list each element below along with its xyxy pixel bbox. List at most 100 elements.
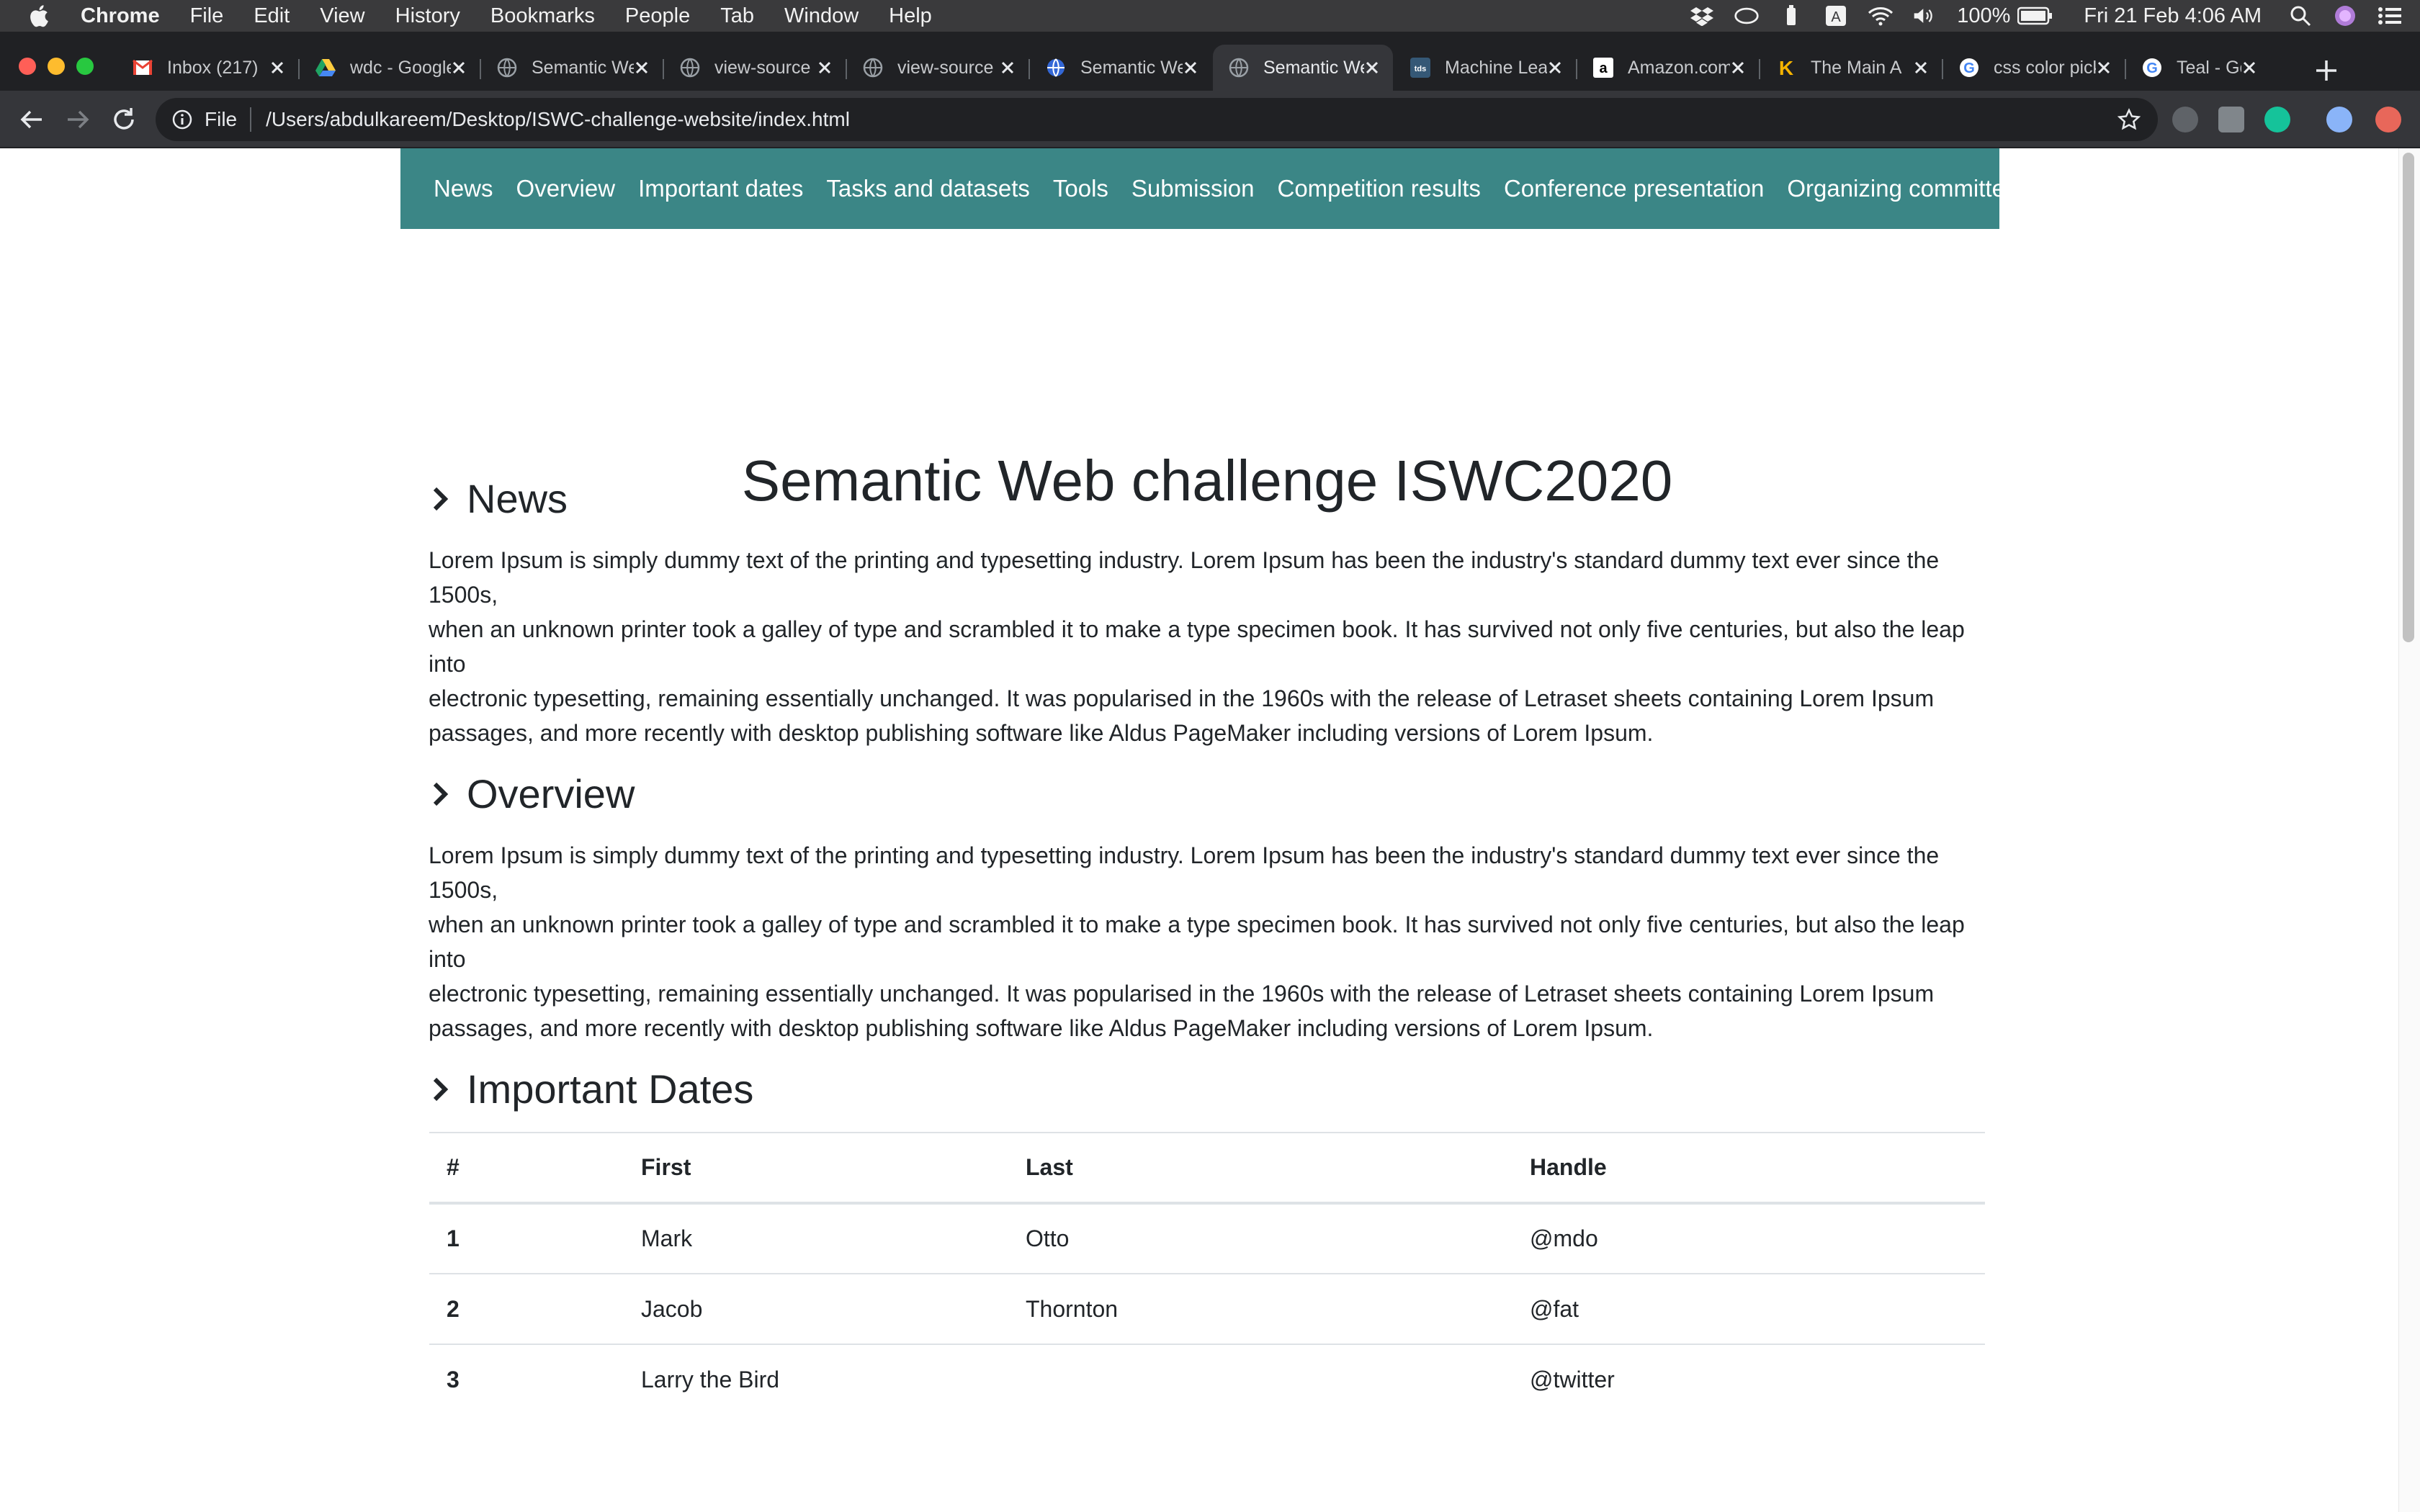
menu-bar-clock[interactable]: Fri 21 Feb 4:06 AM (2084, 4, 2262, 28)
important-dates-heading-text: Important Dates (467, 1066, 754, 1112)
tab-semantic-web-active[interactable]: Semantic Web (1213, 45, 1393, 91)
menu-edit[interactable]: Edit (254, 4, 290, 28)
tab-close-icon[interactable] (634, 60, 650, 76)
tab-close-icon[interactable] (2096, 60, 2112, 76)
menu-app-chrome[interactable]: Chrome (81, 4, 160, 28)
reload-icon[interactable] (109, 105, 138, 134)
tab-teal-google[interactable]: G Teal - Google (2126, 45, 2270, 91)
google-drive-icon (315, 58, 336, 78)
menu-help[interactable]: Help (889, 4, 932, 28)
tab-close-icon[interactable] (1730, 60, 1746, 76)
window-minimize-button[interactable] (48, 58, 65, 75)
tab-semantic-web-2[interactable]: Semantic Web (1030, 45, 1211, 91)
browser-toolbar: File /Users/abdulkareem/Desktop/ISWC-cha… (0, 91, 2420, 148)
news-line: Lorem Ipsum is simply dummy text of the … (429, 547, 1940, 608)
new-tab-plus-icon[interactable] (2312, 56, 2341, 85)
window-close-button[interactable] (19, 58, 36, 75)
cloud-icon[interactable] (1734, 5, 1760, 27)
input-source-icon[interactable]: A (1823, 5, 1849, 27)
svg-text:G: G (1963, 60, 1975, 76)
news-line: when an unknown printer took a galley of… (429, 616, 1965, 677)
back-arrow-icon[interactable] (17, 105, 46, 134)
tab-close-icon[interactable] (817, 60, 833, 76)
volume-icon[interactable] (1912, 5, 1938, 27)
notification-center-icon[interactable] (2377, 5, 2403, 27)
tab-close-icon[interactable] (1000, 60, 1016, 76)
tab-semantic-web-1[interactable]: Semantic Web (481, 45, 663, 91)
chevron-right-icon (433, 1077, 449, 1101)
address-bar[interactable]: File /Users/abdulkareem/Desktop/ISWC-cha… (156, 98, 2158, 141)
nav-link-tasks-and-datasets[interactable]: Tasks and datasets (826, 175, 1030, 202)
dropbox-icon[interactable] (1689, 5, 1715, 27)
nav-link-news[interactable]: News (434, 175, 493, 202)
cell-handle: @mdo (1512, 1202, 1985, 1274)
tab-close-icon[interactable] (1364, 60, 1380, 76)
tab-close-icon[interactable] (269, 60, 285, 76)
tab-view-source-2[interactable]: view-source (847, 45, 1028, 91)
tab-close-icon[interactable] (1183, 60, 1198, 76)
url-scheme-label: File (205, 108, 238, 130)
cell-index: 1 (429, 1202, 624, 1274)
nav-link-overview[interactable]: Overview (516, 175, 616, 202)
tab-view-source-1[interactable]: view-source (664, 45, 846, 91)
profile-avatar[interactable] (2326, 107, 2352, 132)
menu-history[interactable]: History (395, 4, 460, 28)
table-header-row: # First Last Handle (429, 1132, 1985, 1205)
battery-icon[interactable] (2017, 5, 2053, 27)
tab-google-drive[interactable]: wdc - Google Drive (300, 45, 480, 91)
siri-icon[interactable] (2332, 5, 2358, 27)
battery-percentage: 100% (1957, 4, 2011, 27)
cell-handle: @twitter (1512, 1344, 1985, 1415)
nav-link-organizing-committee[interactable]: Organizing committee (1787, 175, 2018, 202)
bookmark-star-icon[interactable] (2118, 108, 2141, 131)
browser-tab-strip: Inbox (217) wdc - Google Drive Semantic … (0, 32, 2420, 91)
menu-tab[interactable]: Tab (720, 4, 754, 28)
extension-red-icon[interactable] (2375, 107, 2401, 132)
tab-gmail-inbox[interactable]: Inbox (217) (117, 45, 298, 91)
svg-text:G: G (2146, 60, 2158, 76)
menu-view[interactable]: View (320, 4, 364, 28)
svg-text:a: a (1599, 60, 1608, 76)
tab-title: Semantic Web (1263, 57, 1364, 78)
cell-handle: @fat (1512, 1273, 1985, 1344)
forward-arrow-icon[interactable] (63, 105, 92, 134)
overview-section-heading[interactable]: Overview (428, 770, 635, 817)
tab-amazon[interactable]: a Amazon.com (1577, 45, 1759, 91)
overview-heading-text: Overview (467, 771, 635, 816)
tab-machine-learning[interactable]: tds Machine Learning (1394, 45, 1576, 91)
tab-close-icon[interactable] (2241, 60, 2257, 76)
apple-logo-icon[interactable] (27, 3, 53, 29)
menu-window[interactable]: Window (784, 4, 859, 28)
tab-close-icon[interactable] (1913, 60, 1929, 76)
address-divider (250, 107, 252, 132)
tab-close-icon[interactable] (451, 60, 467, 76)
nav-link-conference-presentation[interactable]: Conference presentation (1504, 175, 1764, 202)
extension-vpn-icon[interactable] (2172, 107, 2198, 132)
battery-utility-icon[interactable] (1778, 5, 1804, 27)
nav-link-competition-results[interactable]: Competition results (1277, 175, 1480, 202)
menu-bookmarks[interactable]: Bookmarks (490, 4, 595, 28)
site-info-icon[interactable] (171, 109, 193, 130)
url-text[interactable]: /Users/abdulkareem/Desktop/ISWC-challeng… (266, 108, 850, 131)
tab-title: css color picker (1994, 57, 2096, 78)
window-zoom-button[interactable] (76, 58, 94, 75)
nav-link-important-dates[interactable]: Important dates (638, 175, 803, 202)
tab-the-main-a[interactable]: K The Main A (1760, 45, 1942, 91)
menu-people[interactable]: People (625, 4, 690, 28)
grammarly-icon[interactable] (2264, 107, 2290, 132)
wifi-icon[interactable] (1868, 5, 1894, 27)
extension-translate-icon[interactable] (2218, 107, 2244, 132)
nav-link-tools[interactable]: Tools (1053, 175, 1108, 202)
nav-link-submission[interactable]: Submission (1131, 175, 1255, 202)
spotlight-search-icon[interactable] (2287, 5, 2313, 27)
web-page-viewport: News Overview Important dates Tasks and … (0, 148, 2398, 1512)
menu-file[interactable]: File (190, 4, 224, 28)
google-icon: G (1959, 58, 1979, 78)
news-line: passages, and more recently with desktop… (429, 720, 1654, 746)
chevron-right-icon (433, 782, 449, 806)
tab-close-icon[interactable] (1547, 60, 1563, 76)
tab-css-color-picker[interactable]: G css color picker (1943, 45, 2125, 91)
news-section-heading[interactable]: News (428, 475, 568, 522)
important-dates-section-heading[interactable]: Important Dates (428, 1066, 753, 1112)
scrollbar-thumb[interactable] (2403, 153, 2414, 642)
